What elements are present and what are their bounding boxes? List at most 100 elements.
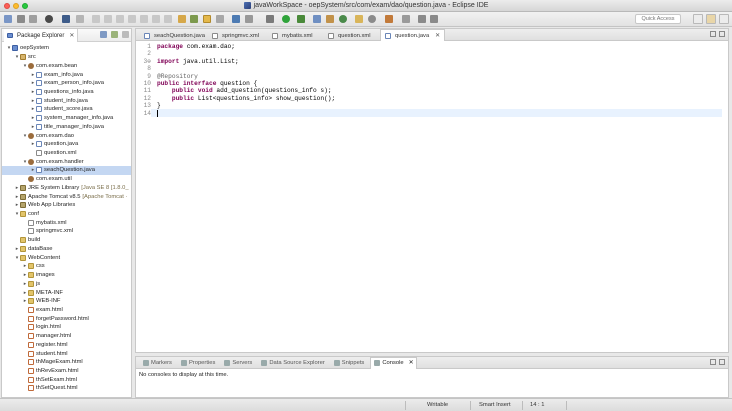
tree-item[interactable]: ▸ system_manager_info.java: [2, 114, 131, 123]
tab-snippets[interactable]: Snippets: [331, 357, 368, 368]
suspend-icon[interactable]: [116, 15, 124, 23]
back-icon[interactable]: [418, 15, 426, 23]
quick-access-input[interactable]: [635, 14, 681, 24]
tree-item[interactable]: ▾ WebContent: [2, 253, 131, 262]
code-line[interactable]: @Repository: [157, 73, 198, 80]
tree-item[interactable]: ▾ com.exam.dao: [2, 131, 131, 140]
save-icon[interactable]: [17, 15, 25, 23]
collapse-all-icon[interactable]: [100, 31, 107, 38]
tree-item[interactable]: ▸ js: [2, 279, 131, 288]
tree-item[interactable]: ▸ Apache Tomcat v8.5 [Apache Tomcat ·: [2, 192, 131, 201]
maximize-editor-icon[interactable]: [719, 31, 725, 37]
new-icon[interactable]: [4, 15, 12, 23]
close-tab-icon[interactable]: ✕: [409, 360, 414, 366]
tab-data-source-explorer[interactable]: Data Source Explorer: [258, 357, 327, 368]
tab-question-java[interactable]: question.java ✕: [380, 29, 446, 41]
new-java-project-icon[interactable]: [313, 15, 321, 23]
tab-question-xml[interactable]: question.xml: [324, 30, 375, 41]
tree-item[interactable]: ▸ dataBase: [2, 245, 131, 254]
java-perspective-icon[interactable]: [719, 14, 729, 24]
tree-item[interactable]: build: [2, 236, 131, 245]
pencil-icon[interactable]: [385, 15, 393, 23]
resume-icon[interactable]: [104, 15, 112, 23]
highlight-icon[interactable]: [203, 15, 211, 23]
tree-item[interactable]: ▸ JRE System Library [Java SE 8 [1.8.0_: [2, 184, 131, 193]
tree-item[interactable]: exam.html: [2, 306, 131, 315]
terminal-icon[interactable]: [62, 15, 70, 23]
code-line[interactable]: [157, 109, 158, 117]
tree-item[interactable]: ▸ title_manager_info.java: [2, 122, 131, 131]
open-folder-icon[interactable]: [355, 15, 363, 23]
tree-item[interactable]: login.html: [2, 323, 131, 332]
code-line[interactable]: public void add_question(questions_info …: [157, 87, 332, 94]
tree-item[interactable]: ▸ images: [2, 271, 131, 280]
terminate-icon[interactable]: [128, 15, 136, 23]
code-line[interactable]: public List<questions_info> show_questio…: [157, 95, 335, 102]
view-menu-icon[interactable]: [122, 31, 129, 38]
close-view-icon[interactable]: ✕: [69, 32, 74, 39]
tree-item[interactable]: question.xml: [2, 149, 131, 158]
tree-item[interactable]: ▾ com.exam.handler: [2, 157, 131, 166]
tab-markers[interactable]: Markers: [140, 357, 175, 368]
java-ee-perspective-icon[interactable]: [706, 14, 716, 24]
coverage-icon[interactable]: [245, 15, 253, 23]
tree-item[interactable]: student.html: [2, 349, 131, 358]
tab-seachquestion-java[interactable]: seachQuestion.java: [140, 30, 209, 41]
code-line[interactable]: public interface question {: [157, 80, 257, 87]
tree-item[interactable]: com.exam.util: [2, 175, 131, 184]
search-icon[interactable]: [368, 15, 376, 23]
tree-item[interactable]: ▸ student_score.java: [2, 105, 131, 114]
tree-item[interactable]: thMageExam.html: [2, 358, 131, 367]
tree-item[interactable]: thSetExam.html: [2, 375, 131, 384]
code-line[interactable]: import java.util.List;: [157, 58, 239, 65]
tree-item[interactable]: thRevExam.html: [2, 367, 131, 376]
tree-item[interactable]: ▸ META-INF: [2, 288, 131, 297]
toggle-mark-icon[interactable]: [178, 15, 186, 23]
new-package-icon[interactable]: [326, 15, 334, 23]
close-tab-icon[interactable]: ✕: [435, 33, 440, 39]
external-tools-icon[interactable]: [232, 15, 240, 23]
tab-servers[interactable]: Servers: [221, 357, 255, 368]
minimize-editor-icon[interactable]: [710, 31, 716, 37]
step-over-icon[interactable]: [152, 15, 160, 23]
tab-properties[interactable]: Properties: [178, 357, 218, 368]
open-perspective-icon[interactable]: [693, 14, 703, 24]
forward-icon[interactable]: [430, 15, 438, 23]
tree-item[interactable]: register.html: [2, 340, 131, 349]
tree-item[interactable]: ▸ exam_person_info.java: [2, 79, 131, 88]
debug-menu-icon[interactable]: [45, 15, 53, 23]
run-icon[interactable]: [282, 15, 290, 23]
open-type-icon[interactable]: [190, 15, 198, 23]
minimize-console-icon[interactable]: [710, 359, 716, 365]
tree-item[interactable]: ▾ com.exam.bean: [2, 61, 131, 70]
tab-springmvc-xml[interactable]: springmvc.xml: [208, 30, 263, 41]
tree-item[interactable]: ▾ conf: [2, 210, 131, 219]
tree-item[interactable]: thSetQuest.html: [2, 384, 131, 393]
link-with-editor-icon[interactable]: [111, 31, 118, 38]
code-editor[interactable]: 1 package com.exam.dao; 2 3⊕ import java.uti…: [136, 41, 728, 352]
tree-item[interactable]: ▾ src: [2, 53, 131, 62]
servers-icon[interactable]: [266, 15, 274, 23]
show-whitespace-icon[interactable]: [216, 15, 224, 23]
tree-item[interactable]: ▸ css: [2, 262, 131, 271]
tree-item[interactable]: ▸ exam_info.java: [2, 70, 131, 79]
skip-breakpoints-icon[interactable]: [92, 15, 100, 23]
tab-console[interactable]: Console ✕: [370, 356, 418, 369]
new-class-icon[interactable]: [339, 15, 347, 23]
step-return-icon[interactable]: [164, 15, 172, 23]
tree-item[interactable]: manager.html: [2, 332, 131, 341]
code-line[interactable]: package com.exam.dao;: [157, 43, 235, 50]
tree-item[interactable]: springmvc.xml: [2, 227, 131, 236]
tree-item[interactable]: ▸ question.java: [2, 140, 131, 149]
tree-item[interactable]: ▸ questions_info.java: [2, 88, 131, 97]
print-icon[interactable]: [29, 15, 37, 23]
toggle-view-icon[interactable]: [76, 15, 84, 23]
tree-item[interactable]: mybatis.xml: [2, 218, 131, 227]
debug-icon[interactable]: [297, 15, 305, 23]
tree-item[interactable]: ▸ seachQuestion.java: [2, 166, 131, 175]
tree-item[interactable]: ▾ oepSystem: [2, 44, 131, 53]
step-into-icon[interactable]: [140, 15, 148, 23]
tab-package-explorer[interactable]: Package Explorer ✕: [4, 29, 79, 42]
tree-item[interactable]: ▸ student_info.java: [2, 96, 131, 105]
tab-mybatis-xml[interactable]: mybatis.xml: [268, 30, 317, 41]
